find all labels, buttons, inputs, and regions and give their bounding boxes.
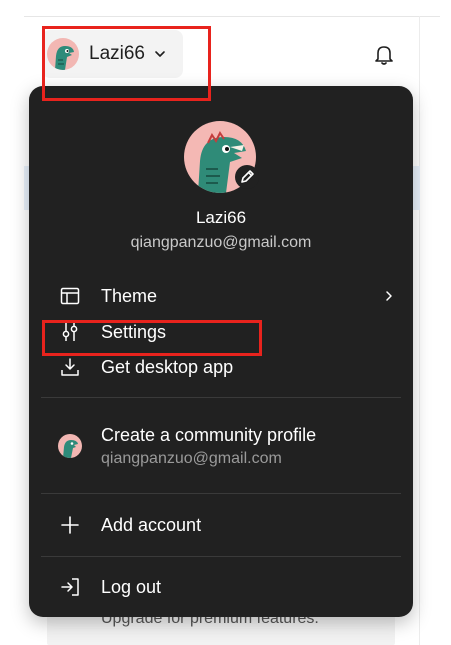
menu-item-theme[interactable]: Theme xyxy=(29,281,413,311)
plus-icon xyxy=(61,516,79,534)
account-switcher-button[interactable]: Lazi66 xyxy=(42,30,183,78)
menu-divider xyxy=(41,493,401,494)
menu-divider xyxy=(41,556,401,557)
profile-name: Lazi66 xyxy=(195,208,247,227)
menu-item-community-profile[interactable]: Create a community profile xyxy=(29,420,413,450)
logout-icon xyxy=(61,578,79,596)
menu-item-label: Get desktop app xyxy=(101,356,234,377)
bell-icon[interactable] xyxy=(373,43,395,65)
community-profile-label: Create a community profile xyxy=(101,424,317,445)
menu-divider xyxy=(41,397,401,398)
layout-icon xyxy=(60,287,80,305)
account-name: Lazi66 xyxy=(89,43,145,64)
menu-item-label: Log out xyxy=(101,576,162,597)
chevron-right-icon xyxy=(386,291,392,301)
sliders-icon xyxy=(62,323,78,341)
menu-item-logout[interactable]: Log out xyxy=(29,572,413,602)
profile-email: qiangpanzuo@gmail.com xyxy=(130,234,312,251)
menu-item-settings[interactable]: Settings xyxy=(29,317,413,347)
avatar xyxy=(47,38,79,70)
menu-item-label: Add account xyxy=(101,514,202,535)
menu-item-label: Theme xyxy=(101,285,158,306)
menu-item-label: Settings xyxy=(101,321,167,342)
menu-item-desktop-app[interactable]: Get desktop app xyxy=(29,352,413,382)
header-divider xyxy=(24,16,440,17)
pencil-edit-icon[interactable] xyxy=(234,164,260,190)
download-icon xyxy=(61,358,79,376)
community-email: qiangpanzuo@gmail.com xyxy=(101,450,282,467)
menu-item-add-account[interactable]: Add account xyxy=(29,510,413,540)
chevron-down-icon xyxy=(155,51,165,57)
panel-divider xyxy=(419,16,420,645)
